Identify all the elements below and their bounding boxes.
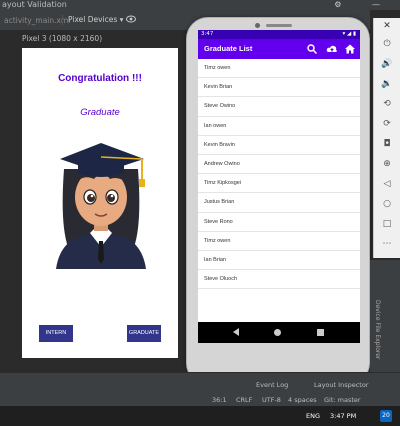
list-item[interactable]: Steve Owino (198, 97, 360, 117)
list-item[interactable]: Ian owen (198, 117, 360, 136)
layout-inspector-tab[interactable]: Layout Inspector (314, 381, 368, 389)
overview-icon[interactable]: □ (381, 218, 393, 230)
layout-preview: Congratulation !!! Graduate INTERN GRADU… (22, 48, 178, 358)
clock[interactable]: 3:47 PM (330, 406, 356, 426)
list-item[interactable]: Steve Rono (198, 213, 360, 232)
cursor-position[interactable]: 36:1 (212, 394, 227, 406)
device-label: Pixel 3 (1080 x 2160) (22, 34, 103, 43)
list-item[interactable]: Justus Brian (198, 193, 360, 213)
list-item[interactable]: Andrew Owino (198, 155, 360, 175)
graduate-text: Graduate (80, 107, 120, 118)
emulator-phone: 3:47 ▾ ◢ ▮ Graduate List Timz owen Kevin… (186, 17, 370, 385)
android-studio-window: ayout Validation ⚙ — activity_main.xml P… (0, 0, 400, 426)
file-encoding[interactable]: UTF-8 (262, 394, 281, 406)
list-item[interactable]: Timz Kipkosgei (198, 174, 360, 194)
list-item[interactable]: Ian Brian (198, 251, 360, 271)
phone-camera (255, 23, 260, 28)
language-indicator[interactable]: ENG (306, 406, 320, 426)
device-selector[interactable]: Pixel Devices ▾ (68, 15, 123, 24)
list-item[interactable]: Kevin Bravin (198, 136, 360, 155)
zoom-icon[interactable]: ⊕ (381, 158, 393, 170)
power-icon[interactable]: ⏻ (381, 38, 393, 50)
graduate-list: Timz owen Kevin Brian Steve Owino Ian ow… (198, 59, 360, 290)
rotate-right-icon[interactable]: ⟳ (381, 118, 393, 130)
git-branch[interactable]: Git: master (324, 394, 361, 406)
back-icon[interactable] (233, 328, 239, 336)
list-item[interactable]: Timz owen (198, 59, 360, 79)
list-item[interactable]: Steve Oluoch (198, 270, 360, 290)
windows-taskbar: ENG 3:47 PM 20 (0, 406, 400, 426)
app-title: Graduate List (204, 44, 253, 53)
emulator-side-toolbar: ✕ ⏻ 🔊 🔉 ⟲ ⟳ ◘ ⊕ ◁ ○ □ ⋯ (373, 18, 400, 258)
emulator-screen: 3:47 ▾ ◢ ▮ Graduate List Timz owen Kevin… (198, 30, 360, 343)
graduate-avatar-image (50, 129, 152, 269)
ide-title-bar: ayout Validation ⚙ — (0, 0, 400, 10)
home-nav-icon[interactable] (274, 329, 281, 336)
notification-badge[interactable]: 20 (380, 410, 392, 422)
rotate-left-icon[interactable]: ⟲ (381, 98, 393, 110)
recents-icon[interactable] (317, 329, 324, 336)
toolbar-divider (62, 15, 63, 25)
event-log-tab[interactable]: Event Log (256, 381, 288, 389)
nav-bar (198, 322, 360, 343)
window-title: ayout Validation (2, 0, 67, 9)
file-tab[interactable]: activity_main.xml (4, 16, 70, 25)
list-item[interactable]: Kevin Brian (198, 78, 360, 98)
battery-icon: ▾ ◢ ▮ (342, 31, 356, 37)
back-nav-icon[interactable]: ◁ (381, 178, 393, 190)
search-icon[interactable] (306, 43, 318, 55)
device-file-explorer-tab[interactable]: Device File Explorer (374, 300, 381, 359)
ide-status-bar: 36:1 CRLF UTF-8 4 spaces Git: master (0, 394, 400, 406)
close-icon[interactable]: ✕ (381, 20, 393, 32)
cloud-upload-icon[interactable] (326, 43, 338, 55)
eye-icon[interactable] (126, 15, 136, 23)
home-circle-icon[interactable]: ○ (381, 198, 393, 210)
camera-icon[interactable]: ◘ (381, 138, 393, 150)
bottom-tool-bar: Event Log Layout Inspector (0, 372, 400, 394)
app-bar: Graduate List (198, 39, 360, 59)
congrats-text: Congratulation !!! (58, 73, 142, 84)
volume-down-icon[interactable]: 🔉 (381, 78, 393, 90)
intern-button[interactable]: INTERN (39, 325, 73, 342)
window-controls[interactable]: ⚙ — (334, 0, 394, 10)
graduate-button[interactable]: GRADUATE (127, 325, 161, 342)
home-icon[interactable] (344, 43, 356, 55)
list-item[interactable]: Timz owen (198, 232, 360, 251)
device-selector-label: Pixel Devices (68, 15, 118, 24)
status-bar: 3:47 ▾ ◢ ▮ (198, 30, 360, 39)
line-separator[interactable]: CRLF (236, 394, 252, 406)
more-icon[interactable]: ⋯ (381, 238, 393, 250)
phone-speaker (266, 24, 292, 27)
indent-setting[interactable]: 4 spaces (288, 394, 317, 406)
status-time: 3:47 (201, 31, 214, 37)
volume-up-icon[interactable]: 🔊 (381, 58, 393, 70)
